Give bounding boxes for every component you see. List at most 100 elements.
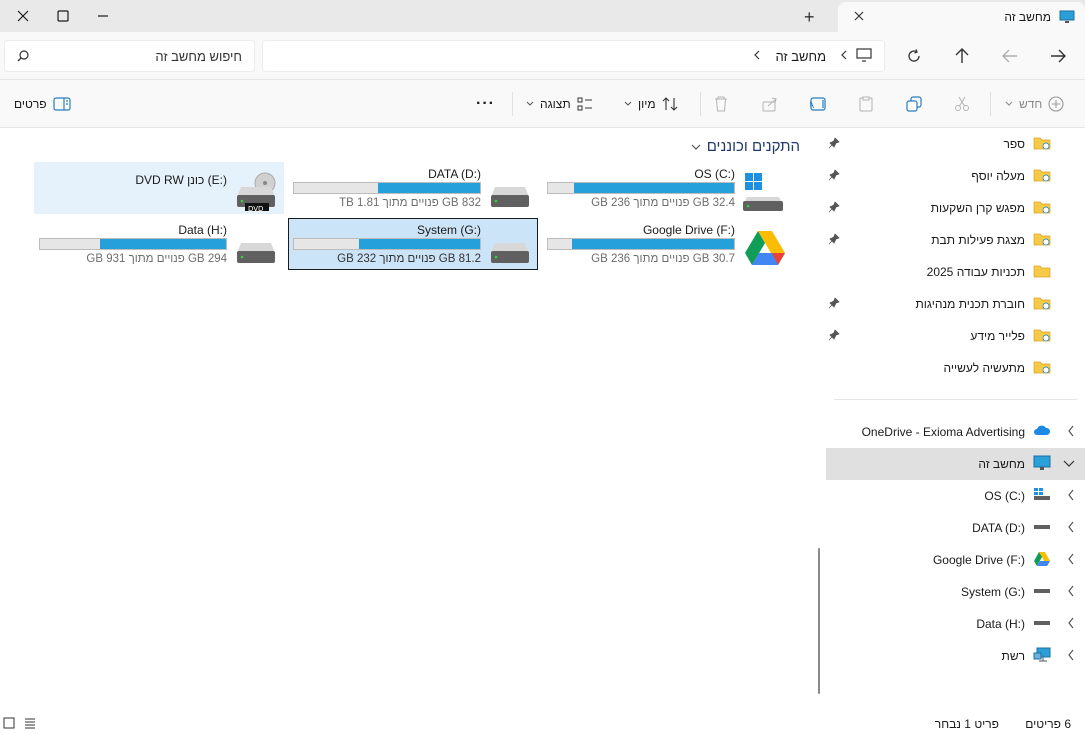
pin-icon[interactable] (828, 329, 840, 344)
breadcrumb-this-pc[interactable]: מחשב זה (775, 49, 826, 64)
pin-icon[interactable] (828, 201, 840, 216)
details-pane-button[interactable]: פרטים (14, 92, 71, 116)
share-button[interactable] (762, 92, 778, 116)
chevron-down-icon[interactable] (1063, 457, 1075, 471)
details-label: פרטים (14, 97, 47, 111)
nav-label: מעלה יוסף (971, 169, 1025, 183)
drive-free-space: 832 GB פנויים מתוך 1.81 TB (339, 197, 481, 209)
nav-item-this-pc[interactable]: מחשב זה (826, 448, 1085, 480)
nav-label: Google Drive (F:) (932, 553, 1025, 567)
up-button[interactable] (948, 44, 976, 68)
close-icon (17, 10, 29, 22)
forward-button[interactable] (996, 44, 1024, 68)
search-input[interactable]: חיפוש מחשב זה (4, 40, 255, 72)
chevron-left-icon[interactable] (753, 49, 761, 63)
more-options-button[interactable]: ··· (476, 92, 495, 116)
folder-icon (1033, 135, 1051, 154)
monitor-icon (1033, 455, 1051, 474)
delete-button[interactable] (714, 92, 728, 116)
item-count: 6 פריטים (1025, 717, 1071, 731)
drive-tile-e[interactable]: DVD DVD RW כונן (E:) (34, 162, 284, 214)
chevron-right-icon[interactable] (1067, 617, 1075, 632)
nav-item-network[interactable]: רשת (826, 640, 1085, 672)
drive-name: Data (H:) (178, 223, 227, 237)
nav-item-drive-g[interactable]: System (G:) (826, 576, 1085, 608)
tab-title: מחשב זה (1004, 10, 1051, 24)
nav-pinned-item[interactable]: מעלה יוסף (826, 160, 1085, 192)
google-drive-icon (1033, 551, 1051, 570)
drive-tile-d[interactable]: DATA (D:) 832 GB פנויים מתוך 1.81 TB (288, 162, 538, 214)
address-field[interactable]: מחשב זה (262, 40, 885, 72)
back-button[interactable] (1044, 44, 1072, 68)
scrollbar-thumb[interactable] (818, 548, 820, 694)
refresh-button[interactable] (900, 44, 928, 68)
chevron-right-icon[interactable] (1067, 521, 1075, 536)
minimize-window-button[interactable] (80, 0, 126, 32)
nav-item-drive-f[interactable]: Google Drive (F:) (826, 544, 1085, 576)
folder-icon (1033, 231, 1051, 250)
usage-bar (39, 238, 227, 250)
sort-label: מיון (638, 97, 656, 111)
drive-tile-c[interactable]: OS (C:) 32.4 GB פנויים מתוך 236 GB (542, 162, 792, 214)
nav-label: ספר (1003, 137, 1025, 151)
pin-icon[interactable] (828, 169, 840, 184)
details-pane-icon (52, 97, 71, 111)
nav-pinned-item[interactable]: מפגש קרן השקעות (826, 192, 1085, 224)
new-button[interactable]: חדש (1005, 92, 1064, 116)
chevron-right-icon[interactable] (1067, 553, 1075, 568)
group-title: התקנים וכוננים (706, 138, 800, 155)
drive-tile-f[interactable]: Google Drive (F:) 30.7 GB פנויים מתוך 23… (542, 218, 792, 270)
svg-text:DVD: DVD (248, 205, 263, 211)
usage-bar-fill (572, 239, 734, 249)
folder-icon (1033, 199, 1051, 218)
usage-bar-fill (99, 239, 226, 249)
nav-pinned-item[interactable]: תכניות עבודה 2025 (826, 256, 1085, 288)
nav-item-onedrive[interactable]: OneDrive - Exioma Advertising (826, 416, 1085, 448)
new-tab-button[interactable]: + (804, 7, 815, 28)
paste-button[interactable] (858, 92, 874, 116)
tab-this-pc[interactable]: מחשב זה (838, 2, 1085, 32)
usage-bar-fill (377, 183, 480, 193)
hard-drive-icon (1033, 615, 1051, 632)
usage-bar (293, 182, 481, 194)
search-icon (17, 50, 29, 65)
minimize-icon (98, 15, 108, 17)
drive-tile-h[interactable]: Data (H:) 294 GB פנויים מתוך 931 GB (34, 218, 284, 270)
drive-free-space: 294 GB פנויים מתוך 931 GB (86, 253, 227, 265)
view-button[interactable]: תצוגה (526, 92, 593, 116)
close-tab-icon[interactable] (854, 10, 864, 24)
nav-pinned-item[interactable]: ספר (826, 128, 1085, 160)
chevron-right-icon[interactable] (1067, 425, 1075, 440)
windows-drive-icon (743, 171, 787, 211)
copy-icon (906, 96, 922, 112)
nav-item-drive-c[interactable]: OS (C:) (826, 480, 1085, 512)
chevron-left-icon[interactable] (840, 49, 848, 63)
pin-icon[interactable] (828, 137, 840, 152)
view-list-icon (577, 97, 592, 111)
pin-icon[interactable] (828, 233, 840, 248)
chevron-down-icon (624, 101, 632, 106)
nav-pinned-item[interactable]: מצגת פעילות תבת (826, 224, 1085, 256)
copy-button[interactable] (906, 92, 922, 116)
sort-button[interactable]: מיון (624, 92, 678, 116)
chevron-right-icon[interactable] (1067, 649, 1075, 664)
nav-label: מחשב זה (978, 457, 1025, 471)
nav-item-drive-d[interactable]: DATA (D:) (826, 512, 1085, 544)
cut-button[interactable] (954, 92, 970, 116)
tiles-view-icon[interactable] (3, 717, 15, 732)
drive-name: OS (C:) (694, 167, 735, 181)
nav-pinned-item[interactable]: מתעשיה לעשייה (826, 352, 1085, 384)
nav-pinned-item[interactable]: חוברת תכנית מנהיגות (826, 288, 1085, 320)
cloud-icon (1033, 423, 1051, 440)
devices-group-header[interactable]: התקנים וכוננים (691, 138, 800, 155)
pin-icon[interactable] (828, 297, 840, 312)
chevron-right-icon[interactable] (1067, 489, 1075, 504)
rename-button[interactable]: A (810, 92, 828, 116)
nav-pinned-item[interactable]: פלייר מידע (826, 320, 1085, 352)
details-view-icon[interactable] (24, 717, 36, 732)
drive-name: DVD RW כונן (E:) (135, 173, 227, 187)
chevron-right-icon[interactable] (1067, 585, 1075, 600)
toolbar-divider (512, 92, 513, 116)
drive-tile-g[interactable]: System (G:) 81.2 GB פנויים מתוך 232 GB (288, 218, 538, 270)
nav-item-drive-h[interactable]: Data (H:) (826, 608, 1085, 640)
